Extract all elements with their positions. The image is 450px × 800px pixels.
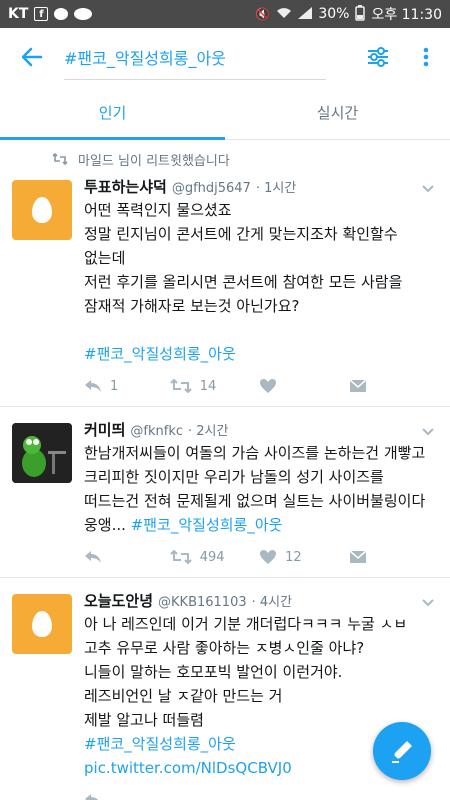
display-name[interactable]: 오늘도안녕	[84, 590, 153, 611]
caret-down-icon[interactable]	[420, 423, 436, 439]
heart-icon	[260, 550, 277, 564]
mute-icon: 🔇	[255, 7, 271, 21]
reply-button[interactable]	[84, 550, 170, 564]
hashtag-link[interactable]: #팬코_악질성희롱_아웃	[84, 735, 236, 753]
username[interactable]: @fknfkc	[130, 424, 183, 439]
like-button[interactable]: 12	[259, 549, 348, 565]
username[interactable]: @gfhdj5647	[172, 181, 251, 196]
default-egg-icon	[32, 197, 52, 223]
retweet-count: 14	[199, 378, 217, 394]
caret-down-icon[interactable]	[420, 594, 436, 610]
avatar[interactable]	[12, 180, 72, 240]
retweet-icon	[169, 379, 192, 393]
wifi-icon	[276, 7, 292, 22]
heart-icon	[260, 379, 277, 393]
battery-percent: 30%	[318, 6, 350, 22]
like-button[interactable]	[259, 378, 348, 394]
tweet[interactable]: 커미띄 @fknfkc · 2시간 한남개저씨들이 여돌의 가슴 사이즈를 논하…	[0, 407, 450, 578]
filter-button[interactable]	[354, 28, 402, 86]
retweet-button[interactable]: 494	[169, 549, 259, 565]
facebook-notification-icon: f	[34, 7, 49, 21]
tweet-text: 한남개저씨들이 여돌의 가슴 사이즈를 논하는건 개빻고 크리피한 짓이지만 우…	[84, 441, 438, 537]
overflow-menu-icon	[423, 47, 429, 67]
battery-icon	[355, 4, 366, 24]
carrier-label: KT	[8, 6, 29, 22]
tweet-actions	[84, 780, 438, 800]
hashtag-link[interactable]: #팬코_악질성희롱_아웃	[84, 345, 236, 363]
clock: 오후 11:30	[371, 7, 442, 23]
tab-latest[interactable]: 실시간	[225, 86, 450, 139]
filter-sliders-icon	[368, 47, 388, 67]
back-button[interactable]	[0, 28, 64, 86]
dm-button[interactable]	[349, 550, 438, 564]
tab-bar: 인기 실시간	[0, 86, 450, 140]
default-egg-icon	[32, 611, 52, 637]
back-arrow-icon	[21, 47, 43, 67]
timestamp: · 1시간	[255, 181, 297, 196]
dm-button[interactable]	[349, 379, 438, 393]
display-name[interactable]: 투표하는샤덕	[84, 176, 167, 197]
username[interactable]: @KKB161103	[158, 595, 247, 610]
dm-envelope-icon	[349, 379, 367, 392]
tweet-text: 어떤 폭력인지 물으셨죠 정말 린지님이 콘서트에 간게 맞는지조차 확인할수 …	[84, 198, 438, 366]
caret-down-icon[interactable]	[420, 180, 436, 196]
retweeted-by-label: 마일드 님이 리트윗했습니다	[78, 153, 230, 169]
signal-icon	[298, 6, 313, 22]
like-count: 12	[285, 549, 302, 565]
dm-envelope-icon	[349, 550, 367, 563]
avatar[interactable]	[12, 594, 72, 654]
display-name[interactable]: 커미띄	[84, 419, 125, 440]
reply-button[interactable]: 1	[84, 379, 170, 394]
reply-button[interactable]	[84, 793, 176, 800]
retweet-icon	[169, 550, 192, 564]
retweet-context: 마일드 님이 리트윗했습니다	[0, 144, 450, 174]
hashtag-link[interactable]: #팬코_악질성희롱_아웃	[131, 516, 283, 534]
timestamp: · 2시간	[188, 424, 229, 439]
retweet-icon	[52, 153, 68, 165]
search-field[interactable]: #팬코_악질성희롱_아웃	[64, 28, 354, 86]
timestamp: · 4시간	[251, 595, 293, 610]
retweet-count: 494	[199, 549, 225, 565]
compose-icon	[392, 741, 412, 763]
messenger-notification-icon	[54, 8, 69, 20]
tweet-actions: 494 12	[84, 537, 438, 577]
kakaotalk-notification-icon	[74, 8, 93, 20]
reply-icon	[85, 380, 101, 392]
avatar[interactable]	[12, 423, 72, 483]
kermit-avatar-image	[12, 423, 72, 483]
reply-icon	[85, 551, 101, 563]
search-underline	[64, 79, 326, 80]
tweet[interactable]: 투표하는샤덕 @gfhdj5647 · 1시간 어떤 폭력인지 물으셨죠 정말 …	[0, 174, 450, 407]
search-query[interactable]: #팬코_악질성희롱_아웃	[64, 45, 226, 69]
compose-tweet-button[interactable]	[373, 722, 431, 780]
tweet-actions: 1 14	[84, 366, 438, 406]
tab-top[interactable]: 인기	[0, 86, 225, 140]
status-bar: KT f 🔇 30% 오후 11:30	[0, 0, 450, 28]
search-header: #팬코_악질성희롱_아웃	[0, 28, 450, 86]
overflow-menu-button[interactable]	[402, 28, 450, 86]
tweet-feed[interactable]: 마일드 님이 리트윗했습니다 투표하는샤덕 @gfhdj5647 · 1시간 어…	[0, 140, 450, 800]
reply-icon	[85, 794, 99, 800]
tweet-body: 어떤 폭력인지 물으셨죠 정말 린지님이 콘서트에 간게 맞는지조차 확인할수 …	[84, 201, 403, 315]
tweet-body: 아 나 레즈인데 이거 기분 개더럽다ㅋㅋㅋ 누굴 ㅅㅂ 고추 유무로 사람 좋…	[84, 615, 408, 729]
retweet-button[interactable]: 14	[169, 378, 259, 394]
reply-count: 1	[110, 378, 119, 394]
